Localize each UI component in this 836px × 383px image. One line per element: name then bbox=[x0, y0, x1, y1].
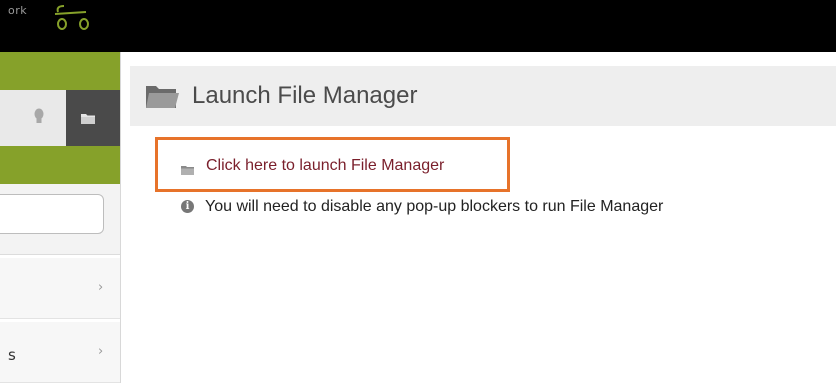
sidebar-toolbar bbox=[0, 90, 120, 146]
sidebar-green-band bbox=[0, 52, 120, 90]
sidebar-nav-item[interactable]: s › bbox=[0, 322, 120, 383]
lightbulb-icon[interactable] bbox=[34, 108, 44, 128]
page-header: Launch File Manager bbox=[130, 66, 836, 126]
popup-blocker-note: You will need to disable any pop-up bloc… bbox=[205, 198, 664, 215]
top-bar: ork bbox=[0, 0, 836, 52]
sidebar-search bbox=[0, 184, 120, 255]
folder-icon bbox=[180, 161, 195, 180]
search-input[interactable] bbox=[0, 194, 104, 234]
sidebar: › s › bbox=[0, 52, 121, 383]
sidebar-green-band-2 bbox=[0, 146, 120, 184]
sidebar-item-label: s bbox=[8, 346, 16, 364]
folder-open-icon bbox=[144, 81, 180, 115]
launch-file-manager-link[interactable]: Click here to launch File Manager bbox=[206, 157, 444, 175]
file-manager-tool[interactable] bbox=[66, 90, 120, 146]
chevron-right-icon: › bbox=[98, 344, 104, 359]
folder-icon bbox=[80, 110, 96, 129]
brand-text: ork bbox=[8, 4, 28, 17]
info-icon: i bbox=[181, 200, 194, 213]
chevron-right-icon: › bbox=[98, 280, 104, 295]
page-title: Launch File Manager bbox=[192, 82, 418, 109]
sidebar-nav-item[interactable]: › bbox=[0, 258, 120, 319]
logo-icon[interactable] bbox=[52, 2, 96, 36]
